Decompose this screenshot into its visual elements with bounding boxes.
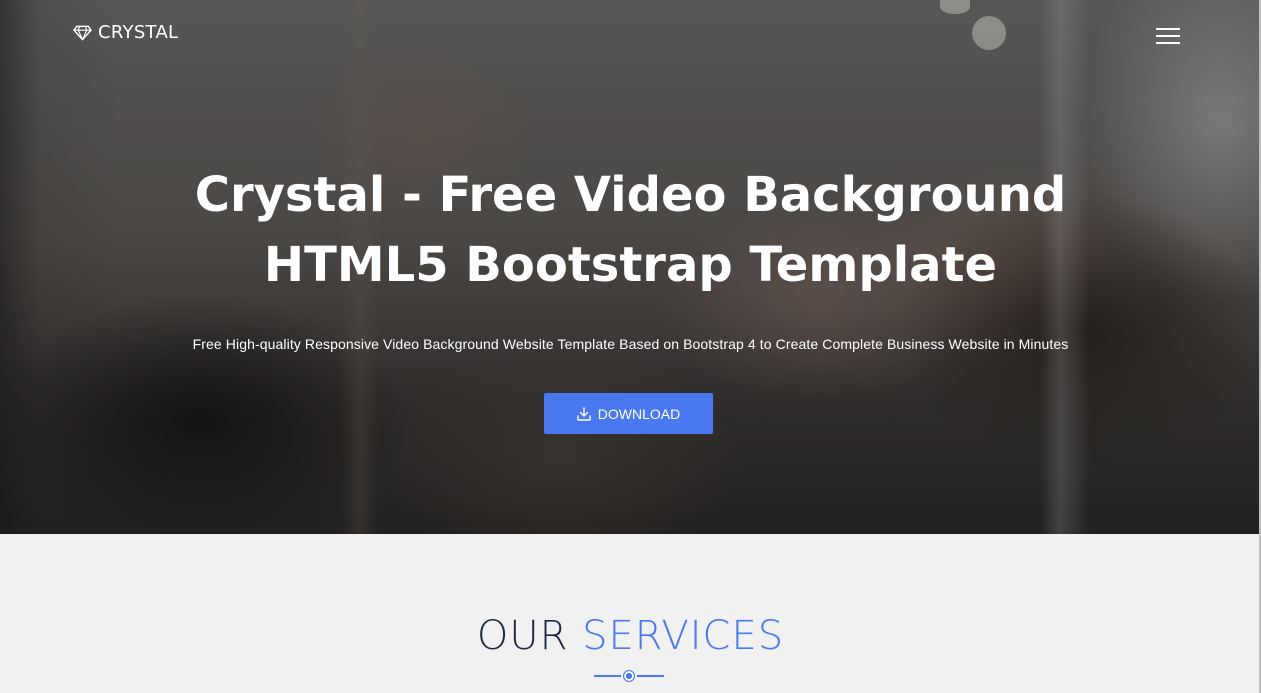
divider-line-right bbox=[637, 675, 664, 677]
services-heading: OUR SERVICES bbox=[0, 614, 1261, 658]
hamburger-menu-icon[interactable] bbox=[1154, 24, 1182, 46]
section-divider bbox=[594, 670, 664, 682]
hero-content: Crystal - Free Video Background HTML5 Bo… bbox=[0, 160, 1261, 352]
hero-title: Crystal - Free Video Background HTML5 Bo… bbox=[194, 167, 1067, 293]
services-heading-part1: OUR bbox=[476, 613, 569, 659]
hero-subtitle: Free High-quality Responsive Video Backg… bbox=[192, 336, 1069, 352]
brand-logo-link[interactable]: CRYSTAL bbox=[73, 22, 178, 43]
brand-name: CRYSTAL bbox=[98, 22, 179, 43]
download-button-label: DOWNLOAD bbox=[597, 405, 681, 422]
divider-line-left bbox=[594, 675, 621, 677]
services-heading-part2: SERVICES bbox=[582, 613, 785, 659]
diamond-icon bbox=[73, 25, 92, 40]
divider-dot bbox=[623, 670, 635, 682]
navbar: CRYSTAL bbox=[0, 0, 1261, 70]
download-icon bbox=[577, 406, 591, 421]
services-section: OUR SERVICES bbox=[0, 534, 1261, 693]
download-button[interactable]: DOWNLOAD bbox=[544, 393, 713, 434]
